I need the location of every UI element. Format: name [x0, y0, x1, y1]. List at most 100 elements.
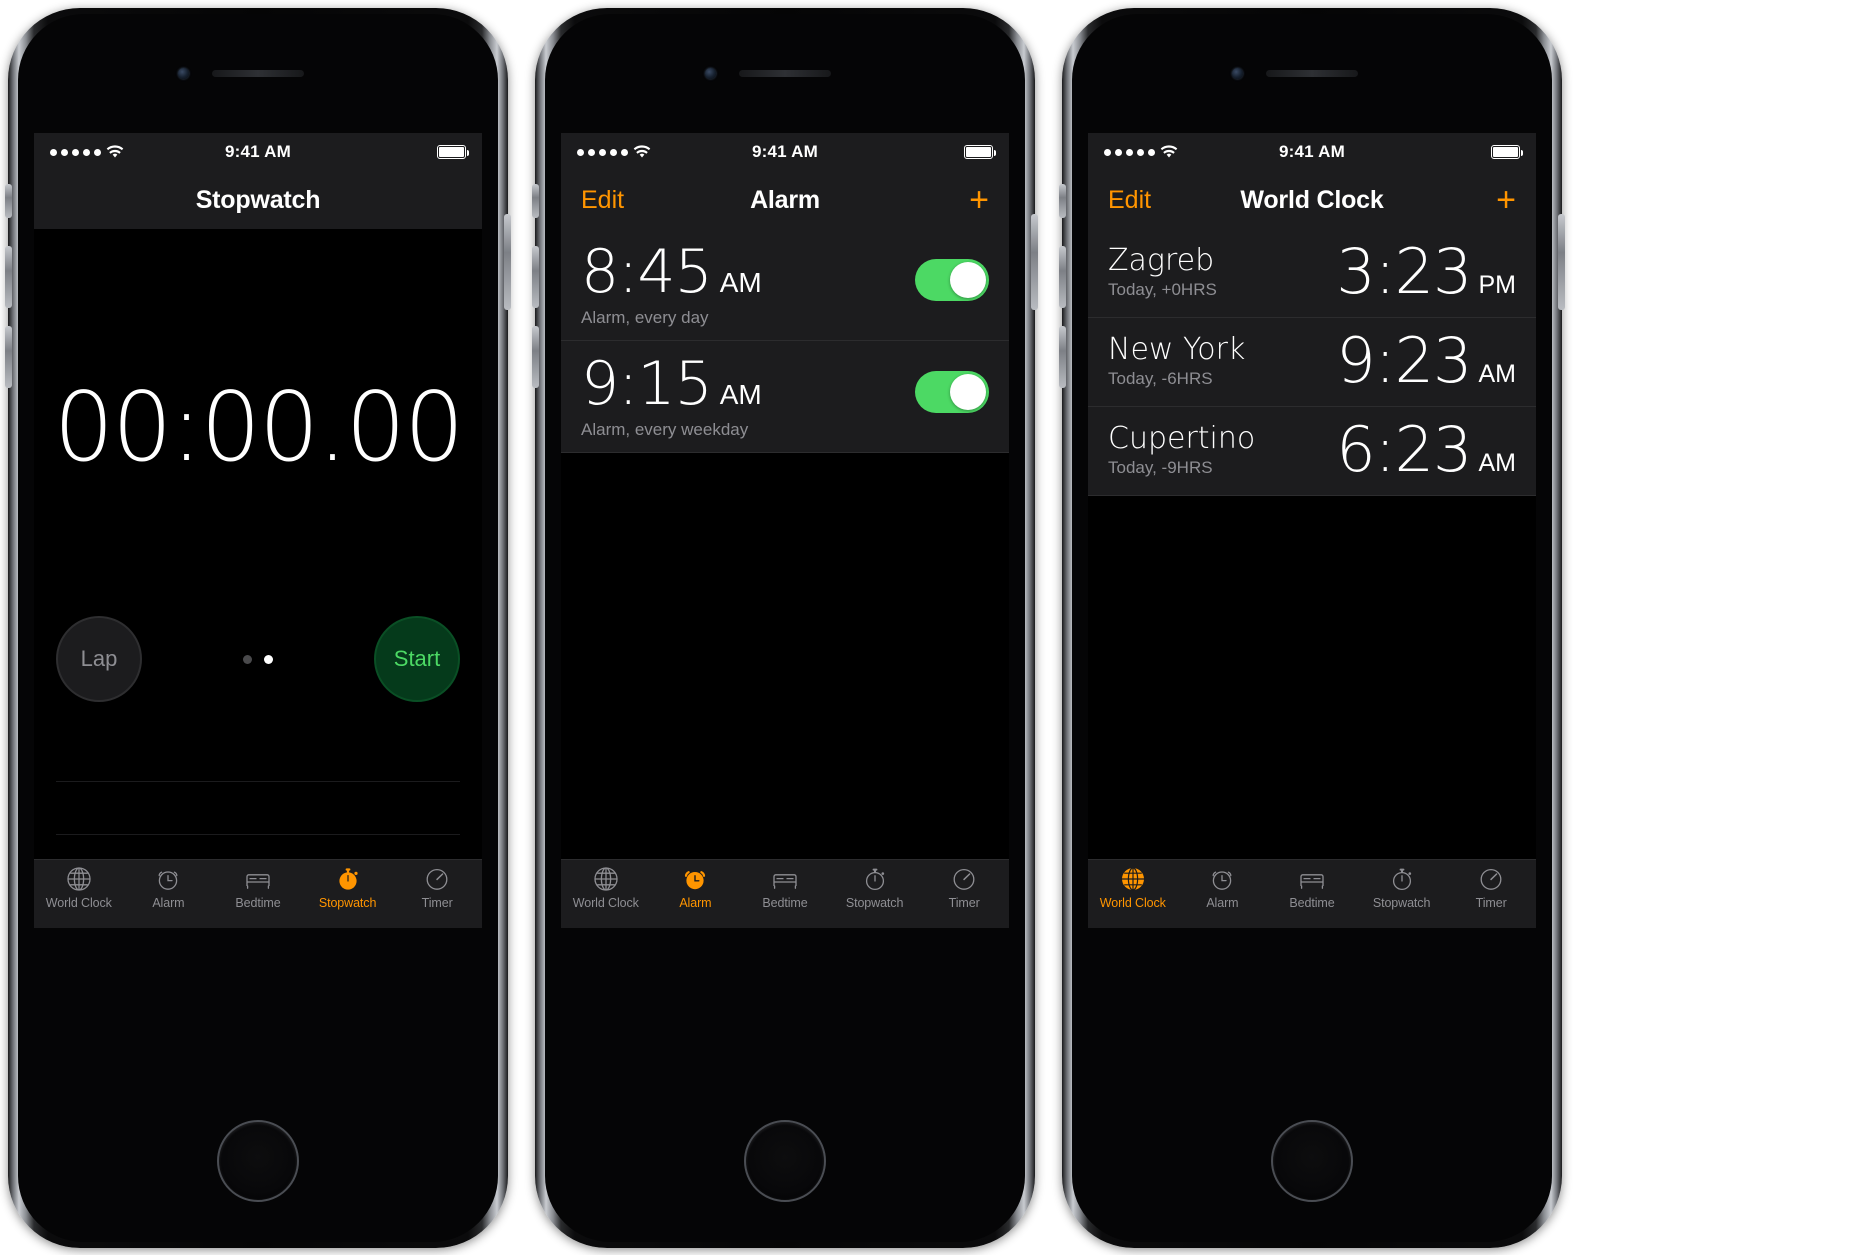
lap-button[interactable]: Lap [56, 616, 142, 702]
city-name: New York [1108, 332, 1246, 368]
lap-row-placeholder [56, 835, 460, 859]
edit-button[interactable]: Edit [1108, 186, 1151, 215]
status-bar: 9:41 AM [561, 133, 1009, 171]
globe-icon [1120, 864, 1146, 894]
tab-stopwatch[interactable]: Stopwatch [303, 864, 393, 910]
volume-up-button[interactable] [1059, 246, 1066, 308]
volume-down-button[interactable] [5, 326, 12, 388]
earpiece-speaker [212, 70, 304, 77]
city-offset: Today, -6HRS [1108, 368, 1213, 388]
tab-timer[interactable]: Timer [392, 864, 482, 910]
alarm-ampm: AM [719, 378, 762, 410]
add-city-button[interactable]: + [1496, 183, 1516, 217]
mute-switch[interactable] [5, 184, 12, 218]
tab-bedtime[interactable]: Bedtime [1267, 864, 1357, 910]
tab-world-clock[interactable]: World Clock [561, 864, 651, 910]
tab-stopwatch[interactable]: Stopwatch [1357, 864, 1447, 910]
alarm-row-texts: 9:15 AM Alarm, every weekday [581, 354, 915, 440]
home-button[interactable] [1271, 1120, 1353, 1202]
volume-up-button[interactable] [532, 246, 539, 308]
tab-world-clock[interactable]: World Clock [1088, 864, 1178, 910]
lap-row-placeholder [56, 782, 460, 835]
alarm-ampm: AM [719, 267, 762, 298]
navigation-bar: Stopwatch [34, 171, 482, 229]
tab-timer[interactable]: Timer [1446, 864, 1536, 910]
tab-label: Bedtime [235, 896, 281, 910]
city-time-value: 3:23 [1336, 235, 1472, 308]
home-button[interactable] [217, 1120, 299, 1202]
city-offset: Today, +0HRS [1108, 279, 1217, 299]
volume-down-button[interactable] [1059, 326, 1066, 388]
tab-alarm[interactable]: Alarm [124, 864, 214, 910]
tab-label: World Clock [1099, 896, 1166, 910]
tab-bedtime[interactable]: Bedtime [740, 864, 830, 910]
globe-icon [593, 864, 619, 894]
tab-timer[interactable]: Timer [919, 864, 1009, 910]
page-title: World Clock [1240, 185, 1384, 214]
tab-alarm[interactable]: Alarm [651, 864, 741, 910]
city-name: Cupertino [1108, 421, 1256, 457]
screen-world-clock: 9:41 AM Edit World Clock + Zagreb Today,… [1088, 133, 1536, 928]
screen-alarm: 9:41 AM Edit Alarm + 8:45 AM Alarm, every… [561, 133, 1009, 928]
start-button[interactable]: Start [374, 616, 460, 702]
volume-down-button[interactable] [532, 326, 539, 388]
stopwatch-controls: Lap Start [34, 609, 482, 709]
battery-icon [437, 145, 470, 159]
alarm-time-value: 9:15 [581, 348, 713, 419]
lap-list [56, 729, 460, 859]
tab-bedtime[interactable]: Bedtime [213, 864, 303, 910]
navigation-bar: Edit Alarm + [561, 171, 1009, 229]
tab-label: Timer [1475, 896, 1507, 910]
page-title: Alarm [750, 185, 820, 214]
page-indicator[interactable] [243, 654, 273, 664]
status-bar-clock: 9:41 AM [1279, 142, 1345, 161]
tab-label: Bedtime [1289, 896, 1335, 910]
power-button[interactable] [1558, 214, 1565, 310]
add-alarm-button[interactable]: + [969, 183, 989, 217]
tab-bar: World Clock Alarm Bedtime Stopwatch Time… [34, 859, 482, 928]
edit-button[interactable]: Edit [581, 186, 624, 215]
stopwatch-icon [862, 864, 888, 894]
city-offset: Today, -9HRS [1108, 457, 1213, 477]
earpiece-speaker [739, 70, 831, 77]
status-bar-right [437, 145, 470, 159]
world-clock-row-texts: Cupertino Today, -9HRS [1108, 422, 1336, 478]
alarm-row[interactable]: 8:45 AM Alarm, every day [561, 229, 1009, 341]
tab-label: Timer [421, 896, 453, 910]
volume-up-button[interactable] [5, 246, 12, 308]
status-bar-clock: 9:41 AM [752, 142, 818, 161]
front-camera [178, 68, 189, 79]
alarm-time: 9:15 AM [581, 354, 915, 414]
page-dot[interactable] [243, 654, 252, 664]
bed-icon [244, 864, 272, 894]
page-dot-active[interactable] [264, 654, 273, 664]
timer-icon [424, 864, 450, 894]
status-bar: 9:41 AM [34, 133, 482, 171]
tab-alarm[interactable]: Alarm [1178, 864, 1268, 910]
power-button[interactable] [504, 214, 511, 310]
alarm-toggle[interactable] [915, 259, 989, 301]
alarm-row[interactable]: 9:15 AM Alarm, every weekday [561, 340, 1009, 453]
power-button[interactable] [1031, 214, 1038, 310]
battery-icon [964, 145, 997, 159]
mute-switch[interactable] [532, 184, 539, 218]
city-time-value: 6:23 [1336, 413, 1472, 486]
tab-label: Timer [948, 896, 980, 910]
mute-switch[interactable] [1059, 184, 1066, 218]
world-clock-row[interactable]: Cupertino Today, -9HRS 6:23 AM [1088, 407, 1536, 496]
alarm-toggle[interactable] [915, 370, 989, 413]
timer-icon [1478, 864, 1504, 894]
alarm-row-texts: 8:45 AM Alarm, every day [581, 242, 915, 328]
tab-world-clock[interactable]: World Clock [34, 864, 124, 910]
world-clock-row[interactable]: New York Today, -6HRS 9:23 AM [1088, 318, 1536, 407]
home-button[interactable] [744, 1120, 826, 1202]
tab-stopwatch[interactable]: Stopwatch [830, 864, 920, 910]
alarm-time: 8:45 AM [581, 242, 915, 302]
timer-icon [951, 864, 977, 894]
world-clock-content: Zagreb Today, +0HRS 3:23 PM New York Toda… [1088, 229, 1536, 859]
tab-label: World Clock [572, 896, 639, 910]
tab-bar: World Clock Alarm Bedtime Stopwatch Time… [561, 859, 1009, 928]
world-clock-row[interactable]: Zagreb Today, +0HRS 3:23 PM [1088, 229, 1536, 318]
tab-label: Stopwatch [845, 896, 904, 910]
alarm-time-value: 8:45 [581, 237, 713, 307]
